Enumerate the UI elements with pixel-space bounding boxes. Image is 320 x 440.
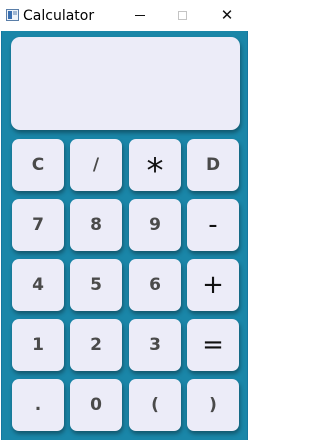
divide-button[interactable]: / — [70, 139, 122, 191]
open-paren-button[interactable]: ( — [129, 379, 181, 431]
window-title: Calculator — [23, 8, 95, 24]
close-icon: ✕ — [220, 6, 234, 24]
digit-7-button[interactable]: 7 — [12, 199, 64, 251]
plus-button[interactable]: + — [187, 259, 239, 311]
digit-9-button[interactable]: 9 — [129, 199, 181, 251]
digit-1-button[interactable]: 1 — [12, 319, 64, 371]
digit-2-button[interactable]: 2 — [70, 319, 122, 371]
multiply-button[interactable]: * — [129, 139, 181, 191]
calculator-window: Calculator ✕ C / * D 7 8 9 - 4 5 6 + 1 2… — [0, 0, 250, 440]
close-paren-button[interactable]: ) — [187, 379, 239, 431]
calculator-display — [11, 37, 240, 130]
minimize-button[interactable] — [118, 0, 162, 31]
delete-button[interactable]: D — [187, 139, 239, 191]
digit-8-button[interactable]: 8 — [70, 199, 122, 251]
maximize-button — [160, 0, 204, 31]
digit-3-button[interactable]: 3 — [129, 319, 181, 371]
digit-4-button[interactable]: 4 — [12, 259, 64, 311]
clear-button[interactable]: C — [12, 139, 64, 191]
close-button[interactable]: ✕ — [205, 0, 249, 31]
app-icon — [6, 9, 19, 21]
digit-5-button[interactable]: 5 — [70, 259, 122, 311]
calculator-body: C / * D 7 8 9 - 4 5 6 + 1 2 3 = . 0 ( ) — [1, 31, 248, 440]
digit-6-button[interactable]: 6 — [129, 259, 181, 311]
minus-button[interactable]: - — [187, 199, 239, 251]
decimal-point-button[interactable]: . — [12, 379, 64, 431]
maximize-icon — [177, 11, 187, 20]
title-bar[interactable]: Calculator ✕ — [0, 0, 250, 31]
digit-0-button[interactable]: 0 — [70, 379, 122, 431]
equals-button[interactable]: = — [187, 319, 239, 371]
minimize-icon — [135, 15, 145, 16]
